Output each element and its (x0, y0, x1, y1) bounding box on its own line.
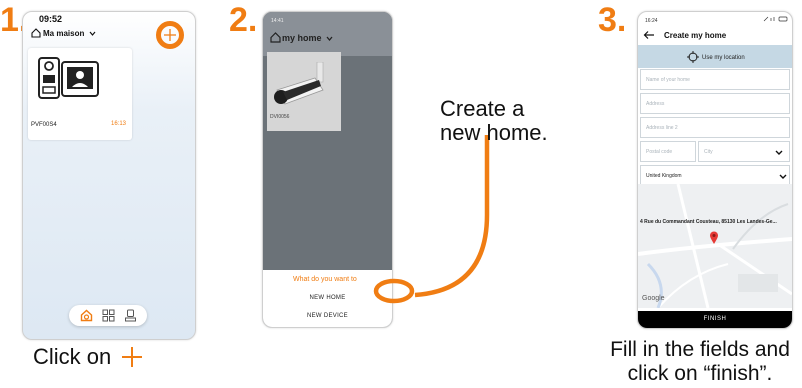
home-selector[interactable]: Ma maison (43, 29, 96, 38)
camera-icon (274, 62, 324, 105)
city-placeholder: City (704, 149, 713, 155)
tab-home-icon[interactable] (80, 309, 93, 322)
device-time: 16:13 (110, 121, 126, 127)
phone-screen-3: 16:24 Create my home Use my location Nam… (637, 11, 793, 329)
home-selector[interactable]: my home (282, 33, 333, 43)
map-roads (638, 184, 792, 308)
plus-icon[interactable] (163, 28, 177, 42)
finish-label: FINISH (703, 316, 727, 322)
tab-device-icon[interactable] (124, 309, 137, 322)
sheet-question: What do you want to (293, 276, 357, 283)
google-logo: Google (642, 295, 665, 302)
map-pin-icon (710, 231, 718, 244)
page-title: Create my home (664, 31, 727, 40)
status-icons (763, 16, 788, 22)
tab-grid-icon[interactable] (102, 309, 115, 322)
plus-icon (122, 347, 143, 367)
home-name-field[interactable]: Name of your home (640, 69, 790, 90)
map-address-label: 4 Rue du Commandant Cousteau, 85130 Les … (640, 219, 777, 225)
address-line-2-placeholder: Address line 2 (646, 125, 678, 131)
callout-arrow (373, 135, 490, 304)
phone-screen-1: 09:52 Ma maison PVF00S4 16:13 (22, 11, 196, 340)
use-location-label: Use my location (702, 55, 745, 61)
home-name: Ma maison (43, 29, 85, 38)
location-target-icon (687, 51, 699, 63)
intercom-icon (38, 57, 99, 99)
home-icon (270, 32, 281, 43)
caption-line-2: new home. (440, 120, 548, 145)
step-number-2: 2. (229, 1, 258, 39)
bottom-tab-bar (69, 305, 147, 326)
caption-line-1: Fill in the fields and (610, 338, 790, 361)
chevron-down-icon (779, 174, 787, 179)
address-field[interactable]: Address (640, 93, 790, 114)
address-placeholder: Address (646, 101, 665, 107)
location-map[interactable] (638, 184, 792, 308)
device-name: DVI0056 (270, 114, 290, 120)
step-number-3: 3. (598, 1, 627, 39)
chevron-down-icon (775, 150, 783, 155)
status-time: 14:41 (271, 18, 284, 24)
country-select[interactable]: United Kingdom (640, 165, 790, 186)
device-name: PVF00S4 (31, 122, 57, 128)
postal-code-field[interactable]: Postal code (640, 141, 696, 162)
back-arrow-icon[interactable] (643, 30, 655, 40)
caption-line-1: Create a (440, 96, 525, 121)
chevron-down-icon (326, 36, 333, 42)
country-value: United Kingdom (646, 173, 682, 179)
home-name: my home (282, 33, 322, 43)
address-line-2-field[interactable]: Address line 2 (640, 117, 790, 138)
chevron-down-icon (89, 31, 96, 36)
device-card[interactable]: PVF00S4 16:13 (28, 48, 132, 140)
postal-code-placeholder: Postal code (646, 149, 673, 155)
caption-step-1: Click on (33, 345, 145, 369)
caption-step-3: Fill in the fields and click on “finish”… (598, 338, 802, 386)
home-name-placeholder: Name of your home (646, 77, 690, 83)
caption-step-2: Create a new home. (440, 97, 548, 145)
new-device-option[interactable]: NEW DEVICE (263, 313, 392, 319)
status-time: 09:52 (39, 14, 63, 24)
device-card[interactable]: DVI0056 (267, 52, 341, 131)
home-icon (31, 28, 41, 38)
finish-button[interactable]: FINISH (638, 311, 792, 328)
caption-line-2: click on “finish”. (627, 362, 773, 385)
caption-text: Click on (33, 344, 112, 369)
city-select[interactable]: City (698, 141, 790, 162)
status-time: 16:24 (645, 18, 658, 24)
